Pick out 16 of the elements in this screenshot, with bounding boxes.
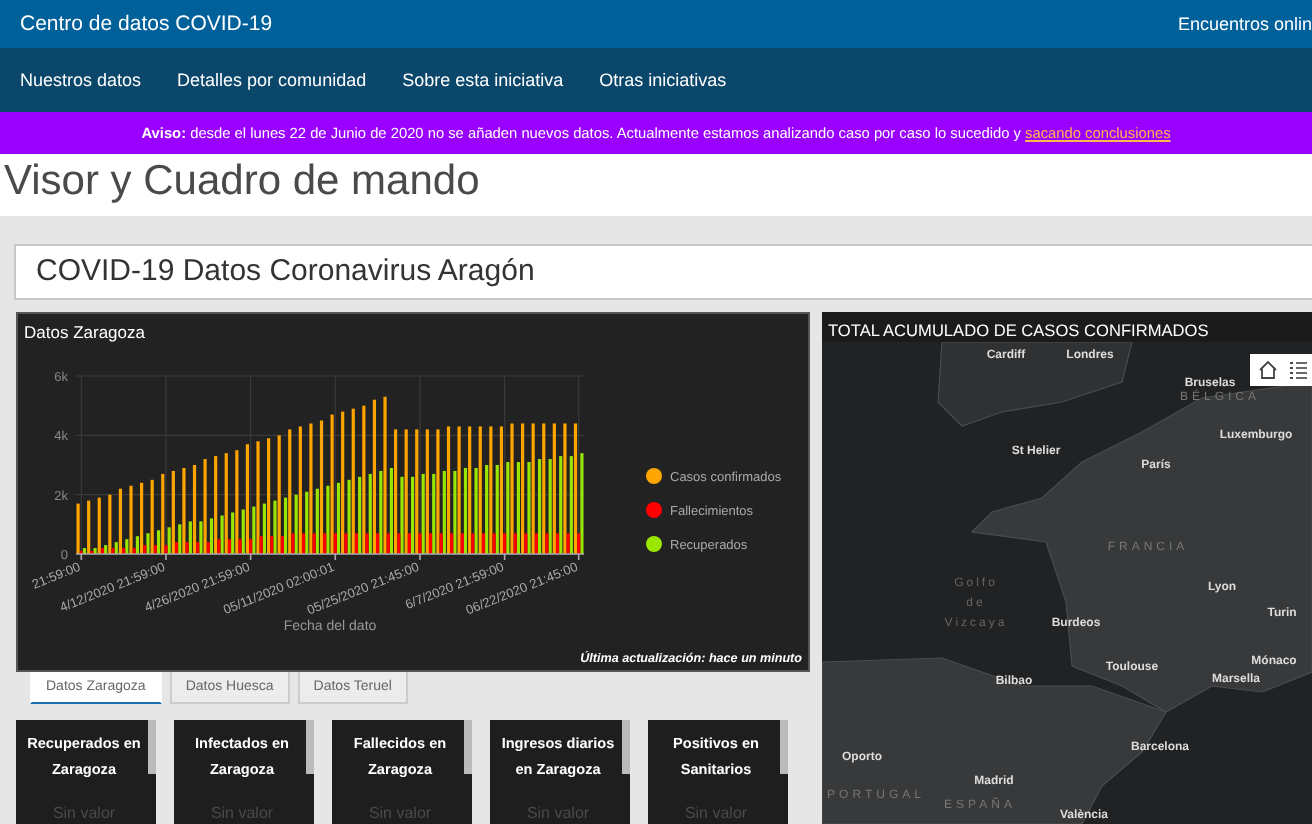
nav-link[interactable]: Otras iniciativas [599, 70, 727, 90]
site-title: Centro de datos COVID-19 [20, 12, 273, 36]
scrollbar-thumb[interactable] [780, 720, 788, 774]
scrollbar-thumb[interactable] [464, 720, 472, 774]
page-title: Visor y Cuadro de mando [0, 154, 1312, 216]
home-icon[interactable] [1258, 360, 1278, 380]
nav-link[interactable]: Nuestros datos [20, 70, 142, 90]
nav-link[interactable]: Detalles por comunidad [177, 70, 367, 90]
map-title: TOTAL ACUMULADO DE CASOS CONFIRMADOS [822, 312, 1312, 342]
scrollbar-thumb[interactable] [148, 720, 156, 774]
scrollbar-thumb[interactable] [306, 720, 314, 774]
chart-title: Datos Zaragoza [22, 320, 147, 346]
dashboard-title: COVID-19 Datos Coronavirus Aragón [14, 244, 1312, 300]
online-meetings-link[interactable]: Encuentros onlin [1177, 14, 1312, 34]
nav-link[interactable]: Sobre esta iniciativa [402, 70, 564, 90]
scrollbar-thumb[interactable] [622, 720, 630, 774]
